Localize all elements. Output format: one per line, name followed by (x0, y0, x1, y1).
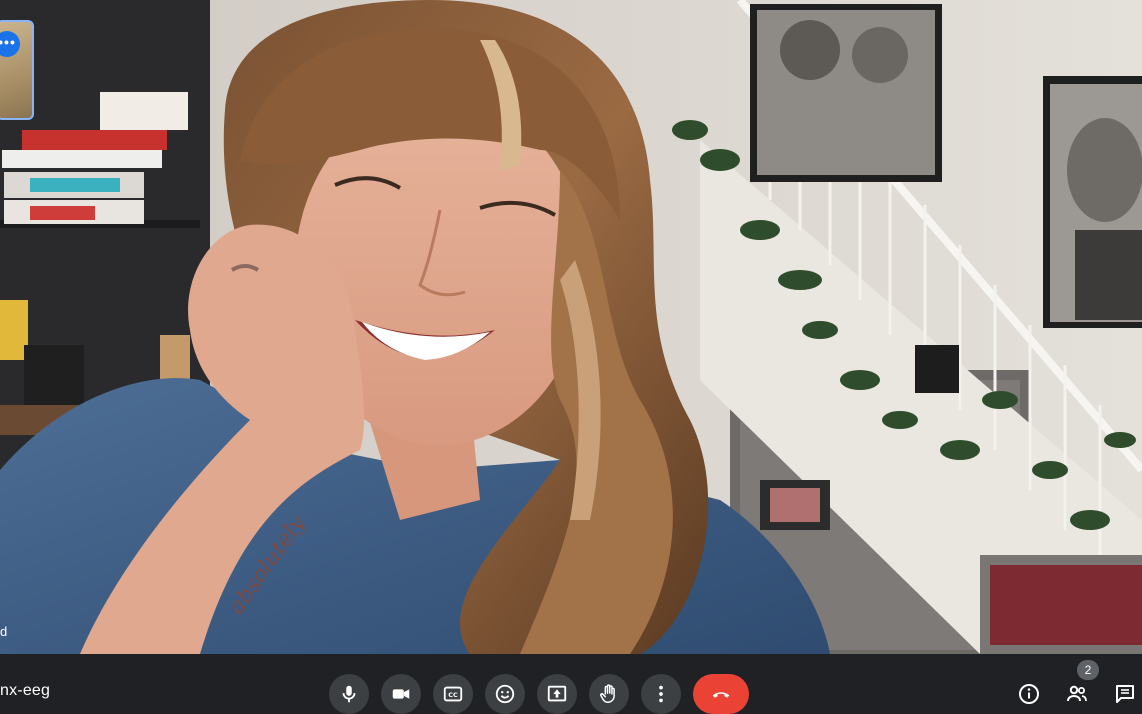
end-call-icon (712, 692, 730, 698)
info-icon (1019, 684, 1039, 704)
svg-text:CC: CC (448, 691, 458, 699)
video-feed: absolutely ••• d (0, 0, 1142, 654)
leave-call-button[interactable] (693, 674, 749, 714)
captions-button[interactable]: CC (433, 674, 473, 714)
emoji-icon (495, 684, 515, 704)
people-button[interactable] (1061, 678, 1093, 710)
microphone-icon (342, 685, 356, 703)
reactions-button[interactable] (485, 674, 525, 714)
chat-icon (1116, 685, 1134, 703)
video-camera-icon (392, 689, 410, 699)
chat-button[interactable] (1109, 678, 1141, 710)
participant-video: absolutely (0, 0, 1142, 654)
closed-captions-icon: CC (443, 686, 463, 702)
participant-name-label: d (0, 624, 8, 639)
more-vertical-icon (659, 685, 663, 703)
meeting-details-button[interactable] (1013, 678, 1045, 710)
hand-icon (600, 684, 615, 703)
microphone-button[interactable] (329, 674, 369, 714)
people-icon (1067, 685, 1087, 702)
raise-hand-button[interactable] (589, 674, 629, 714)
camera-button[interactable] (381, 674, 421, 714)
participants-count-badge: 2 (1077, 660, 1099, 680)
more-options-button[interactable] (641, 674, 681, 714)
present-now-button[interactable] (537, 674, 577, 714)
meeting-code: nx-eeg (0, 682, 51, 699)
control-bar: nx-eeg CC (0, 654, 1142, 714)
present-screen-icon (547, 685, 567, 702)
